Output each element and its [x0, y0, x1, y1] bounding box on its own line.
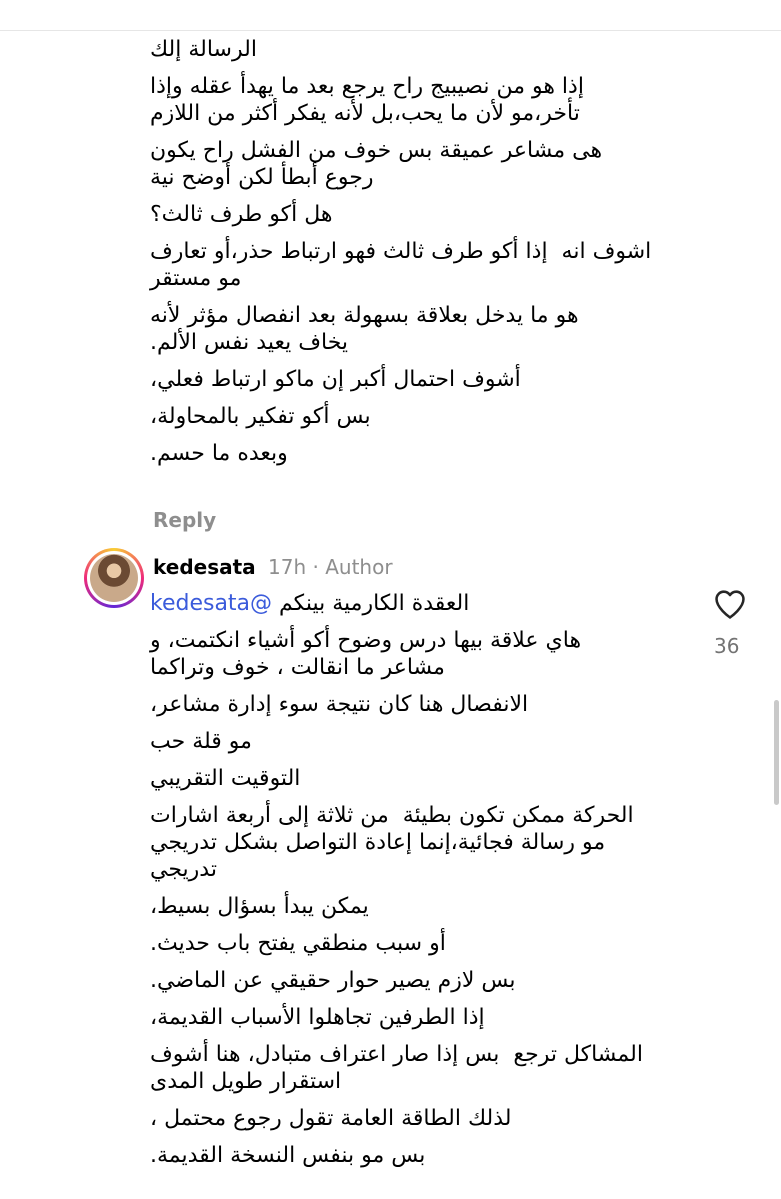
comment-paragraph: لذلك الطاقة العامة تقول رجوع محتمل ، — [150, 1105, 680, 1132]
scrollbar[interactable] — [774, 700, 779, 805]
comment-meta: kedesata 17h · Author — [153, 555, 393, 579]
top-divider — [0, 30, 781, 31]
comment-line: أو سبب منطقي يفتح باب حديث. — [150, 931, 446, 956]
timestamp: 17h — [268, 555, 307, 579]
comment-paragraph: الحركة ممكن تكون بطيئة من ثلاثة إلى أربع… — [150, 802, 680, 883]
avatar-ring-inner — [87, 551, 141, 605]
like-count: 36 — [714, 634, 740, 658]
reply-button[interactable]: Reply — [153, 508, 216, 532]
comment-paragraph: اشوف انه إذا أكو طرف ثالث فهو ارتباط حذر… — [150, 238, 680, 292]
author-badge: Author — [325, 555, 393, 579]
comment-line: الانفصال هنا كان نتيجة سوء إدارة مشاعر، — [150, 692, 529, 717]
comment-line: إذا الطرفين تجاهلوا الأسباب القديمة، — [150, 1005, 485, 1030]
avatar[interactable] — [84, 548, 144, 608]
comment-paragraph: وبعده ما حسم. — [150, 440, 680, 467]
comment-line: الحركة ممكن تكون بطيئة من ثلاثة إلى أربع… — [150, 803, 634, 828]
comment-line: تدريجي — [150, 857, 217, 882]
comment-body-first: الرسالة إلك إذا هو من نصيبيج راح يرجع بعد… — [150, 36, 680, 477]
comment-line: رجوع أبطأ لكن أوضح نية — [150, 165, 374, 190]
comment-paragraph: هو ما يدخل بعلاقة بسهولة بعد انفصال مؤثر… — [150, 302, 680, 356]
comment-line: اشوف انه إذا أكو طرف ثالث فهو ارتباط حذر… — [150, 239, 652, 264]
comment-paragraph: إذا هو من نصيبيج راح يرجع بعد ما يهدأ عق… — [150, 73, 680, 127]
comment-paragraph: هى مشاعر عميقة بس خوف من الفشل راح يكون ر… — [150, 137, 680, 191]
comment-line: التوقيت التقريبي — [150, 766, 301, 791]
mention-prefix: العقدة الكارمية بينكم — [272, 591, 470, 616]
comment-line: الرسالة إلك — [150, 37, 257, 62]
comment-line: مو قلة حب — [150, 729, 252, 754]
comment-line: هى مشاعر عميقة بس خوف من الفشل راح يكون — [150, 138, 603, 163]
comment-line: بس مو بنفس النسخة القديمة. — [150, 1143, 426, 1168]
comment-line: بس لازم يصير حوار حقيقي عن الماضي. — [150, 968, 516, 993]
comment-paragraph: الرسالة إلك — [150, 36, 680, 63]
comment-paragraph: بس لازم يصير حوار حقيقي عن الماضي. — [150, 967, 680, 994]
comment-line: لذلك الطاقة العامة تقول رجوع محتمل ، — [150, 1106, 512, 1131]
comment-paragraph: مو قلة حب — [150, 728, 680, 755]
comment-line: يمكن يبدأ بسؤال بسيط، — [150, 894, 369, 919]
comment-paragraph: بس مو بنفس النسخة القديمة. — [150, 1142, 680, 1169]
separator-dot: · — [312, 555, 319, 579]
comment-line: هل أكو طرف ثالث؟ — [150, 202, 333, 227]
comment-line: مو رسالة فجائية،إنما إعادة التواصل بشكل … — [150, 830, 606, 855]
comment-paragraph: هاي علاقة بيها درس وضوح أكو أشياء انكتمت… — [150, 627, 680, 681]
comment-line: إذا هو من نصيبيج راح يرجع بعد ما يهدأ عق… — [150, 74, 584, 99]
comment-line: هاي علاقة بيها درس وضوح أكو أشياء انكتمت… — [150, 628, 582, 653]
comment-paragraph: هل أكو طرف ثالث؟ — [150, 201, 680, 228]
comment-line: هو ما يدخل بعلاقة بسهولة بعد انفصال مؤثر… — [150, 303, 579, 328]
comment-paragraph: أو سبب منطقي يفتح باب حديث. — [150, 930, 680, 957]
comment-line: مشاعر ما انقالت ، خوف وتراكما — [150, 655, 445, 680]
comment-paragraph: أشوف احتمال أكبر إن ماكو ارتباط فعلي، — [150, 366, 680, 393]
comment-line: يخاف يعيد نفس الألم. — [150, 330, 349, 355]
comment-paragraph: بس أكو تفكير بالمحاولة، — [150, 403, 680, 430]
comment-paragraph: يمكن يبدأ بسؤال بسيط، — [150, 893, 680, 920]
avatar-photo — [90, 554, 138, 602]
comment-line: أشوف احتمال أكبر إن ماكو ارتباط فعلي، — [150, 367, 521, 392]
comment-line: وبعده ما حسم. — [150, 441, 288, 466]
username[interactable]: kedesata — [153, 555, 256, 579]
comment-paragraph: الانفصال هنا كان نتيجة سوء إدارة مشاعر، — [150, 691, 680, 718]
comment-line: بس أكو تفكير بالمحاولة، — [150, 404, 371, 429]
comment-line: استقرار طويل المدى — [150, 1069, 342, 1094]
comment-body-second: العقدة الكارمية بينكم @kedesata هاي علاق… — [150, 590, 680, 1179]
mention-link[interactable]: @kedesata — [150, 591, 272, 616]
comment-paragraph: المشاكل ترجع بس إذا صار اعتراف متبادل، ه… — [150, 1041, 680, 1095]
comment-paragraph: إذا الطرفين تجاهلوا الأسباب القديمة، — [150, 1004, 680, 1031]
comment-line: تأخر،مو لأن ما يحب،بل لأنه يفكر أكثر من … — [150, 101, 580, 126]
comment-line: المشاكل ترجع بس إذا صار اعتراف متبادل، ه… — [150, 1042, 643, 1067]
comment-line: مو مستقر — [150, 266, 242, 291]
comment-paragraph: التوقيت التقريبي — [150, 765, 680, 792]
heart-outline-icon[interactable] — [713, 588, 747, 620]
mention-line: العقدة الكارمية بينكم @kedesata — [150, 590, 680, 617]
